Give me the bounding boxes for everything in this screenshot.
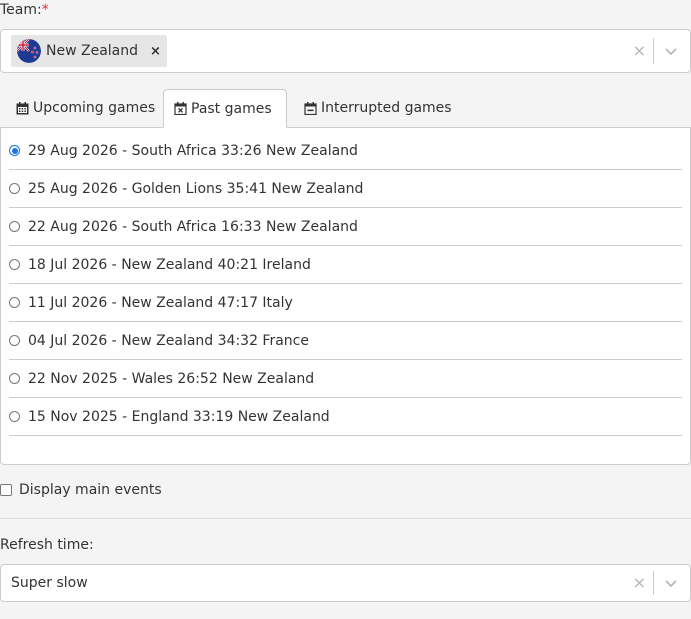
game-radio[interactable]	[9, 373, 20, 384]
select-separator	[653, 38, 654, 64]
select-separator	[653, 571, 654, 595]
new-zealand-flag-icon	[17, 39, 41, 63]
game-row[interactable]: 04 Jul 2026 - New Zealand 34:32 France	[9, 322, 682, 360]
required-mark: *	[41, 2, 49, 18]
game-row[interactable]: 18 Jul 2026 - New Zealand 40:21 Ireland	[9, 246, 682, 284]
game-radio[interactable]	[9, 259, 20, 270]
calendar-icon	[16, 101, 29, 114]
games-tabs: Upcoming games Past games Interrupted ga…	[0, 89, 691, 128]
refresh-time-value: Super slow	[11, 575, 88, 591]
remove-chip-icon[interactable]: ×	[150, 44, 161, 59]
game-label: 22 Aug 2026 - South Africa 16:33 New Zea…	[28, 218, 358, 235]
display-main-events-label: Display main events	[19, 482, 162, 498]
calendar-minus-icon	[304, 101, 317, 115]
game-label: 11 Jul 2026 - New Zealand 47:17 Italy	[28, 294, 293, 311]
section-divider	[0, 518, 691, 519]
refresh-time-label: Refresh time:	[0, 537, 94, 553]
display-main-events-row[interactable]: Display main events	[0, 482, 162, 498]
tab-upcoming-games[interactable]: Upcoming games	[6, 89, 165, 127]
game-radio[interactable]	[9, 335, 20, 346]
tab-label: Past games	[191, 100, 272, 117]
game-row[interactable]: 15 Nov 2025 - England 33:19 New Zealand	[9, 398, 682, 436]
tab-interrupted-games[interactable]: Interrupted games	[294, 89, 462, 127]
game-row[interactable]: 29 Aug 2026 - South Africa 33:26 New Zea…	[9, 132, 682, 170]
past-games-panel: 29 Aug 2026 - South Africa 33:26 New Zea…	[0, 127, 691, 465]
chevron-down-icon[interactable]	[664, 44, 678, 58]
refresh-time-select[interactable]: Super slow ×	[0, 564, 691, 602]
chevron-down-icon[interactable]	[664, 576, 678, 590]
team-label: Team:*	[0, 2, 49, 18]
game-row[interactable]: 22 Aug 2026 - South Africa 16:33 New Zea…	[9, 208, 682, 246]
game-radio[interactable]	[9, 297, 20, 308]
game-label: 25 Aug 2026 - Golden Lions 35:41 New Zea…	[28, 180, 364, 197]
game-radio[interactable]	[9, 221, 20, 232]
game-radio[interactable]	[9, 411, 20, 422]
game-row[interactable]: 11 Jul 2026 - New Zealand 47:17 Italy	[9, 284, 682, 322]
calendar-x-icon	[174, 102, 187, 115]
game-label: 29 Aug 2026 - South Africa 33:26 New Zea…	[28, 142, 358, 159]
game-label: 18 Jul 2026 - New Zealand 40:21 Ireland	[28, 256, 311, 273]
tab-label: Interrupted games	[321, 100, 452, 116]
selected-team-chip: New Zealand ×	[11, 35, 167, 67]
tab-past-games[interactable]: Past games	[163, 89, 287, 128]
tab-label: Upcoming games	[33, 100, 156, 116]
game-row[interactable]: 25 Aug 2026 - Golden Lions 35:41 New Zea…	[9, 170, 682, 208]
clear-icon[interactable]: ×	[633, 43, 646, 59]
team-select[interactable]: New Zealand × ×	[0, 29, 691, 73]
selected-team-label: New Zealand	[46, 43, 138, 59]
game-label: 04 Jul 2026 - New Zealand 34:32 France	[28, 332, 309, 349]
game-label: 22 Nov 2025 - Wales 26:52 New Zealand	[28, 370, 315, 387]
game-label: 15 Nov 2025 - England 33:19 New Zealand	[28, 408, 330, 425]
display-main-events-checkbox[interactable]	[0, 484, 12, 496]
game-radio[interactable]	[9, 183, 20, 194]
game-radio[interactable]	[9, 145, 20, 156]
clear-icon[interactable]: ×	[633, 575, 646, 591]
game-row[interactable]: 22 Nov 2025 - Wales 26:52 New Zealand	[9, 360, 682, 398]
